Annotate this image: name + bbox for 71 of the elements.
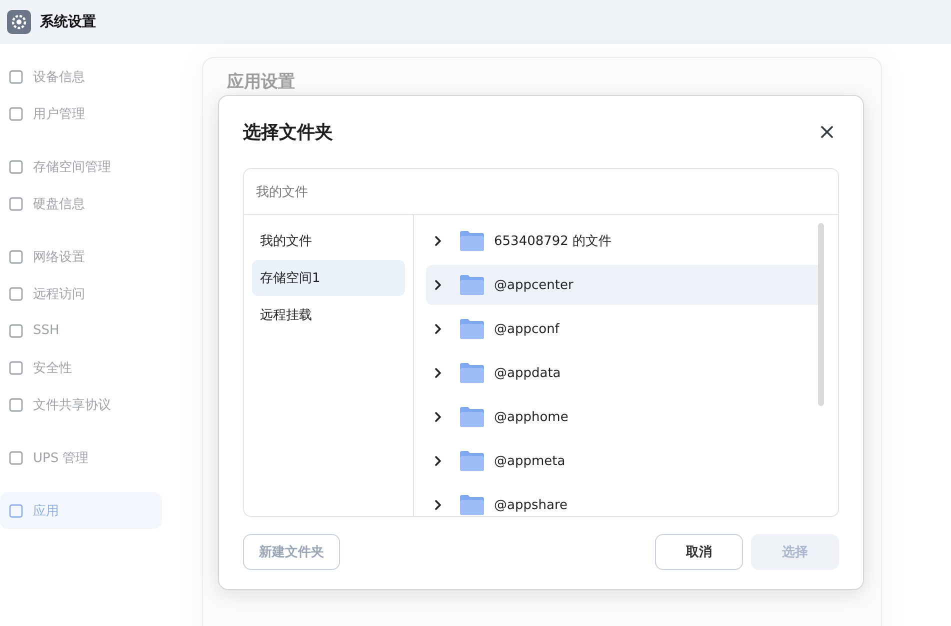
sidebar-label: 硬盘信息 bbox=[33, 196, 85, 212]
chevron-icon[interactable] bbox=[434, 455, 442, 467]
sidebar-label: 用户管理 bbox=[33, 106, 85, 122]
square-icon bbox=[8, 322, 24, 338]
folder-icon bbox=[460, 363, 484, 383]
location-item[interactable]: 存储空间1 bbox=[252, 260, 405, 296]
folder-name: @appcenter bbox=[494, 278, 574, 292]
square-icon bbox=[8, 106, 24, 122]
square-icon bbox=[8, 68, 24, 84]
folder-name: @appshare bbox=[494, 498, 568, 512]
location-item[interactable]: 我的文件 bbox=[252, 223, 405, 259]
square-icon bbox=[8, 286, 24, 302]
sidebar-label: 网络设置 bbox=[33, 248, 85, 266]
folder-icon bbox=[460, 275, 484, 295]
cancel-button[interactable]: 取消 bbox=[655, 534, 743, 570]
folder-row[interactable]: 653408792 的文件 bbox=[426, 221, 824, 261]
scrollbar[interactable] bbox=[818, 223, 824, 406]
sidebar-item[interactable]: 文件共享协议 bbox=[0, 386, 162, 423]
chevron-icon[interactable] bbox=[434, 235, 442, 247]
sidebar-label: 设备信息 bbox=[33, 68, 85, 86]
square-icon bbox=[8, 502, 24, 518]
sidebar-label: 远程访问 bbox=[33, 286, 85, 302]
app-title: 系统设置 bbox=[40, 13, 96, 31]
dialog-title: 应用设置 bbox=[227, 71, 295, 93]
location-item[interactable]: 远程挂载 bbox=[252, 297, 405, 333]
close-icon[interactable] bbox=[821, 126, 833, 138]
sidebar-item[interactable]: SSH bbox=[0, 312, 162, 349]
sidebar-label: 文件共享协议 bbox=[33, 396, 111, 414]
sidebar-item[interactable]: 远程访问 bbox=[0, 275, 162, 312]
dialog-title: 选择文件夹 bbox=[243, 121, 333, 144]
square-icon bbox=[8, 450, 24, 466]
square-icon bbox=[8, 196, 24, 212]
folder-icon bbox=[460, 451, 484, 471]
sidebar-item[interactable]: UPS 管理 bbox=[0, 439, 162, 476]
sidebar-label: 存储空间管理 bbox=[33, 158, 111, 176]
sidebar-item[interactable]: 网络设置 bbox=[0, 238, 162, 275]
folder-row[interactable]: @appconf bbox=[426, 309, 824, 349]
sidebar-item[interactable]: 用户管理 bbox=[0, 95, 162, 132]
folder-icon bbox=[460, 495, 484, 515]
gear-icon bbox=[7, 10, 31, 34]
chevron-icon[interactable] bbox=[434, 499, 442, 511]
sidebar-item[interactable]: 应用 bbox=[0, 492, 162, 529]
sidebar-item[interactable]: 安全性 bbox=[0, 349, 162, 386]
folder-row[interactable]: @apphome bbox=[426, 397, 824, 437]
folder-icon bbox=[460, 319, 484, 339]
sidebar-label: 安全性 bbox=[33, 360, 72, 376]
folder-name: @appconf bbox=[494, 322, 560, 336]
folder-icon bbox=[460, 407, 484, 427]
square-icon bbox=[8, 248, 24, 264]
folder-name: @appdata bbox=[494, 366, 561, 380]
sidebar-item[interactable]: 设备信息 bbox=[0, 58, 162, 95]
sidebar-item[interactable]: 存储空间管理 bbox=[0, 148, 162, 185]
chevron-icon[interactable] bbox=[434, 279, 442, 291]
sidebar-label: SSH bbox=[33, 323, 60, 338]
sidebar-item[interactable]: 硬盘信息 bbox=[0, 185, 162, 222]
folder-icon bbox=[460, 231, 484, 251]
path-label: 我的文件 bbox=[256, 184, 308, 200]
chevron-icon[interactable] bbox=[434, 323, 442, 335]
sidebar-label: UPS 管理 bbox=[33, 450, 89, 466]
sidebar-label: 应用 bbox=[33, 502, 59, 520]
folder-row[interactable]: @appmeta bbox=[426, 441, 824, 481]
square-icon bbox=[8, 158, 24, 174]
folder-name: @apphome bbox=[494, 410, 568, 424]
square-icon bbox=[8, 360, 24, 376]
folder-name: 653408792 的文件 bbox=[494, 233, 612, 250]
chevron-icon[interactable] bbox=[434, 367, 442, 379]
folder-name: @appmeta bbox=[494, 454, 566, 468]
chevron-icon[interactable] bbox=[434, 411, 442, 423]
folder-row[interactable]: @appdata bbox=[426, 353, 824, 393]
square-icon bbox=[8, 396, 24, 412]
folder-row[interactable]: @appshare bbox=[426, 485, 824, 516]
